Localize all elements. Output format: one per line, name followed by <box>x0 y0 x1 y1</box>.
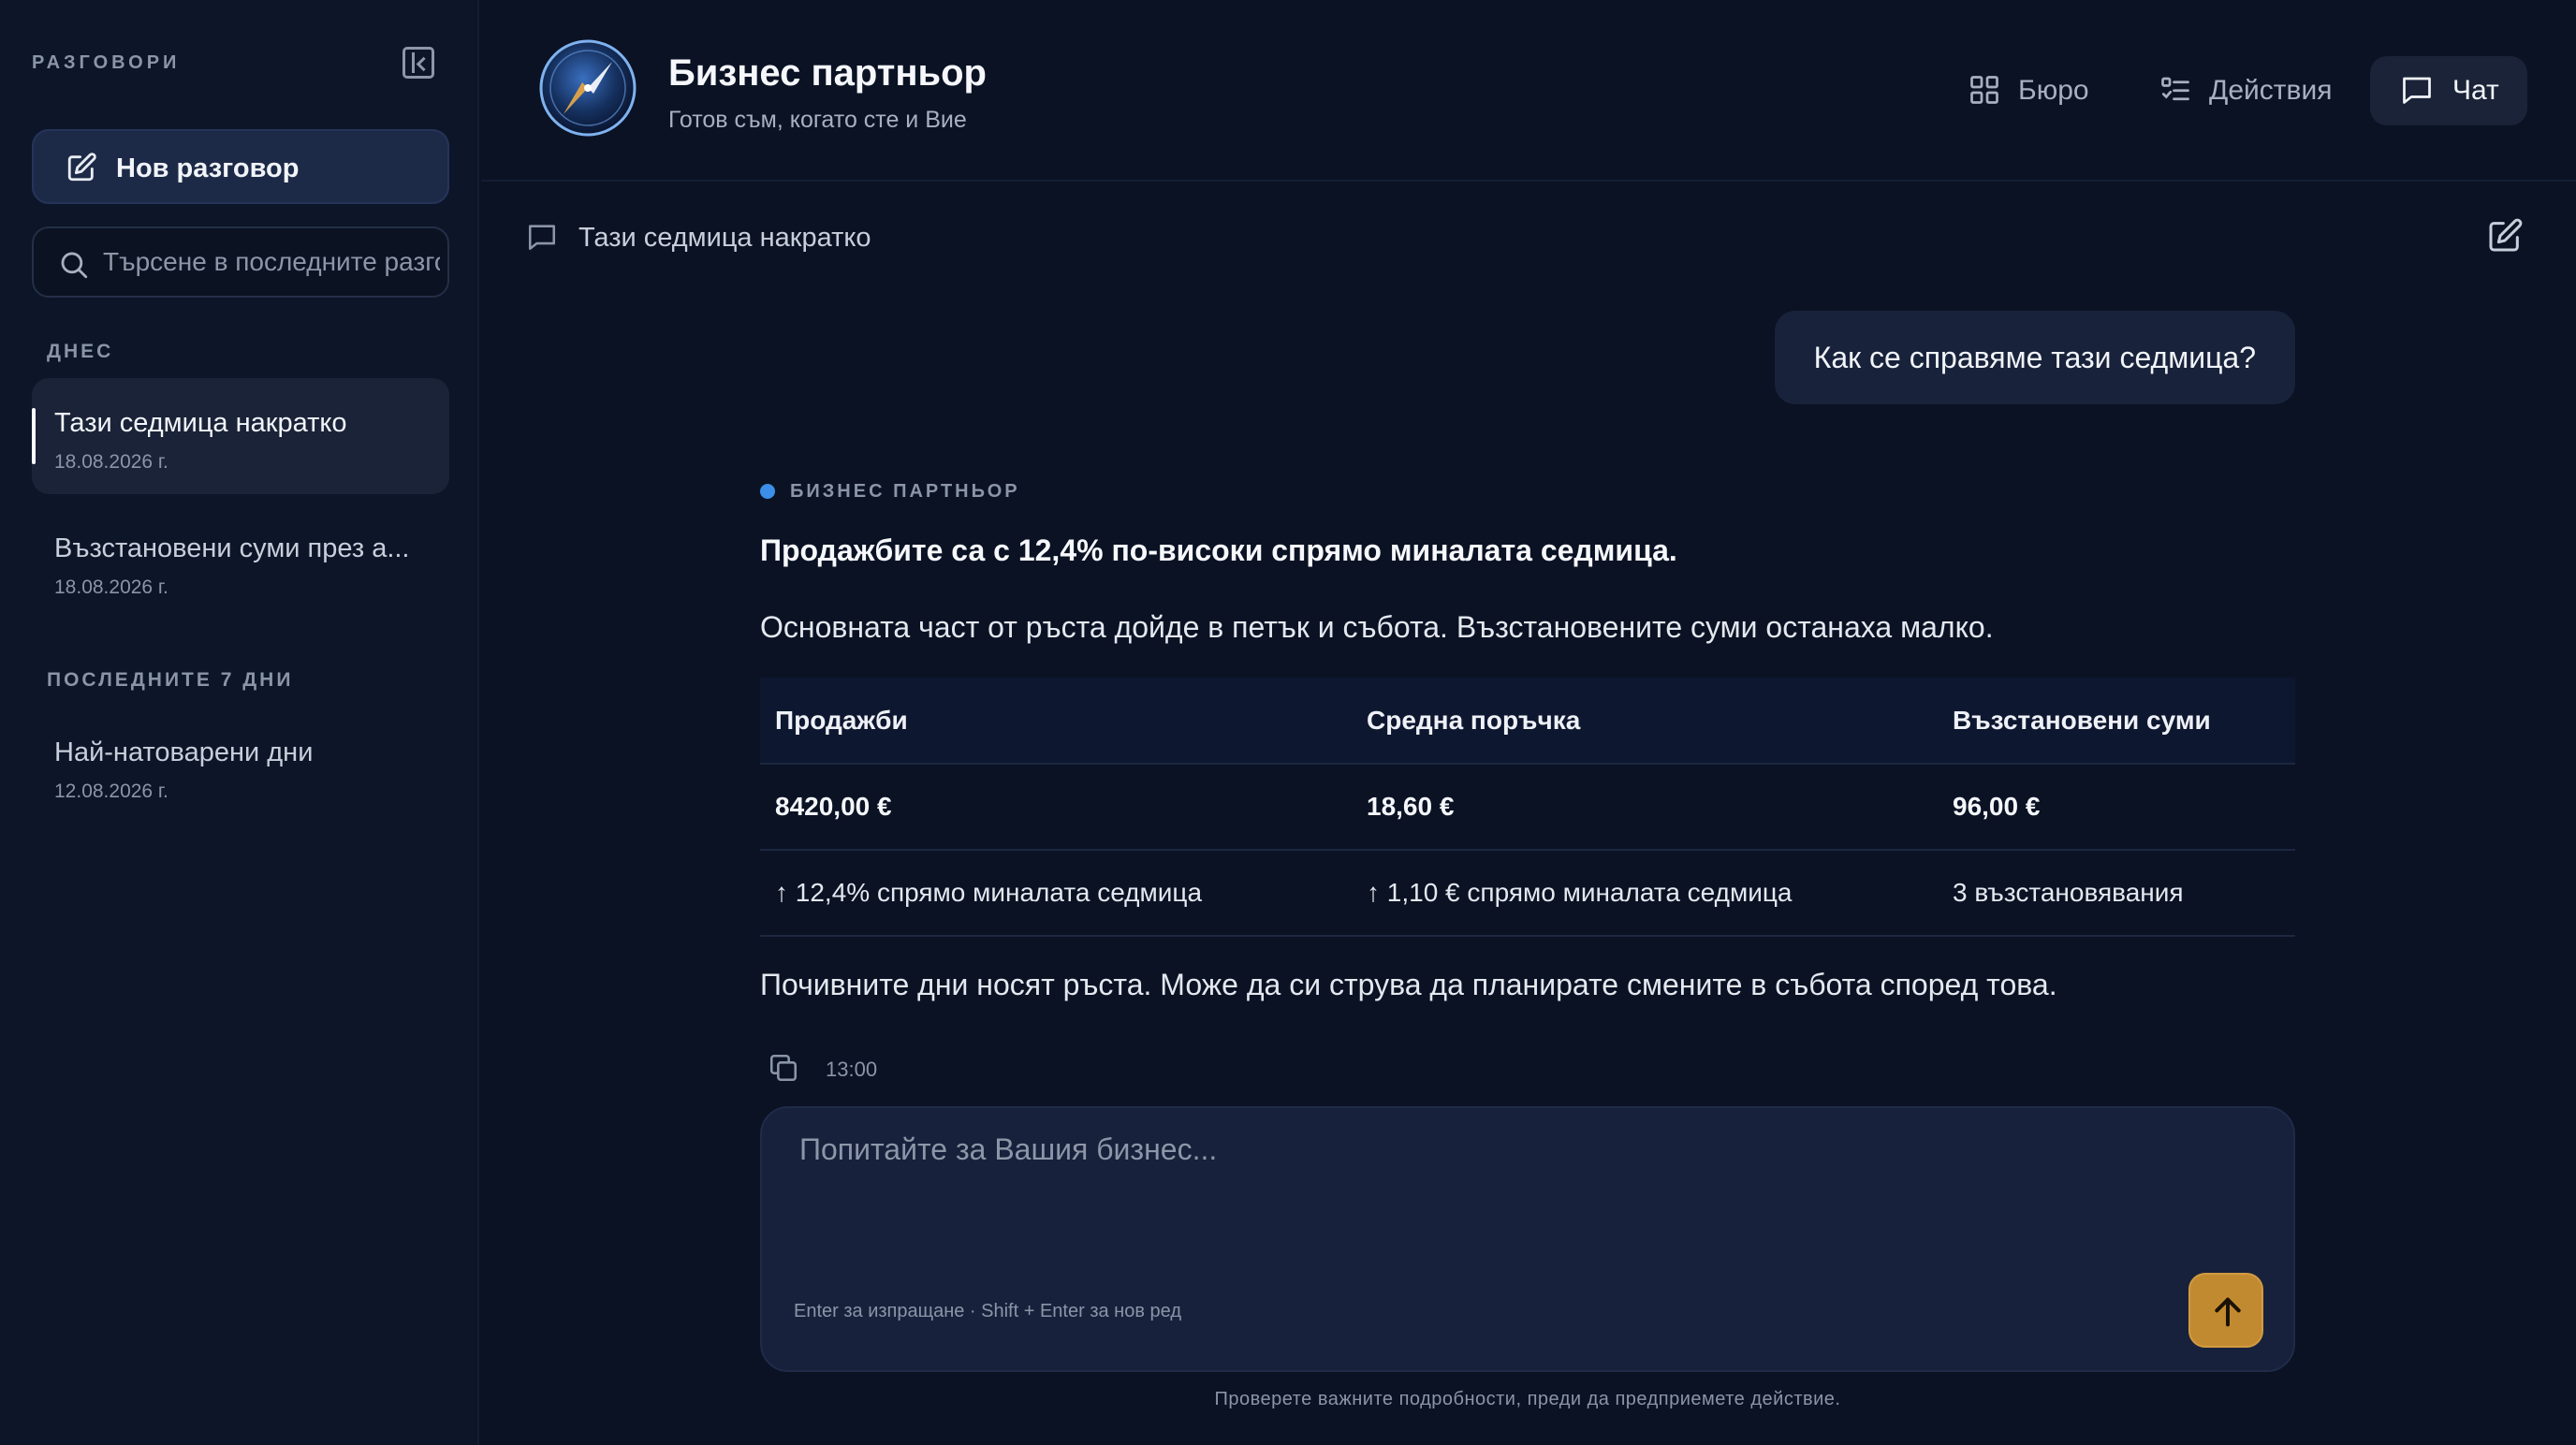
group-label-last-7-days: ПОСЛЕДНИТЕ 7 ДНИ <box>47 669 294 691</box>
message-time: 13:00 <box>826 1058 878 1081</box>
sidebar-header: РАЗГОВОРИ <box>32 47 434 79</box>
table-cell: 18,60 € <box>1352 764 1938 851</box>
edit-icon[interactable] <box>2486 217 2524 255</box>
new-chat-label: Нов разговор <box>116 153 300 183</box>
conversation-title: Тази седмица накратко <box>54 408 347 438</box>
app-root: РАЗГОВОРИ Нов разговор ДНЕС Тази седмица… <box>0 0 2576 1445</box>
arrow-up-icon <box>2215 1297 2241 1327</box>
assistant-paragraph: Почивните дни носят ръста. Може да си ст… <box>760 968 2057 1001</box>
send-button[interactable] <box>2188 1273 2263 1348</box>
app-subtitle: Готов съм, когато сте и Вие <box>668 107 967 133</box>
chat-bubble-icon <box>528 225 556 251</box>
conversation-title: Най-натоварени дни <box>54 737 314 767</box>
table-row: ↑ 12,4% спрямо миналата седмица ↑ 1,10 €… <box>760 850 2295 937</box>
sidebar: РАЗГОВОРИ Нов разговор ДНЕС Тази седмица… <box>0 0 479 1445</box>
conversation-date: 18.08.2026 г. <box>54 451 168 473</box>
thread-title-bar: Тази седмица накратко <box>481 183 2576 296</box>
nav-label: Бюро <box>2018 75 2089 106</box>
table-header-cell: Продажби <box>760 678 1352 765</box>
conversation-item[interactable]: Тази седмица накратко 18.08.2026 г. <box>32 378 449 494</box>
nav-chat[interactable]: Чат <box>2370 56 2527 125</box>
conversation-date: 12.08.2026 г. <box>54 781 168 802</box>
disclaimer-footnote: Проверете важните подробности, преди да … <box>1214 1389 1841 1409</box>
table-cell: 3 възстановявания <box>1938 850 2295 937</box>
chat-icon <box>2403 77 2431 104</box>
sidebar-title: РАЗГОВОРИ <box>32 52 181 73</box>
user-message: Как се справяме тази седмица? <box>1774 311 2295 404</box>
table-cell: 96,00 € <box>1938 764 2295 851</box>
table-cell: ↑ 12,4% спрямо миналата седмица <box>760 850 1352 937</box>
pen-square-icon <box>67 153 96 182</box>
checklist-icon <box>2161 77 2189 101</box>
grid-icon <box>1970 76 1998 104</box>
collapse-sidebar-icon[interactable] <box>402 47 434 79</box>
assistant-paragraph: Основната част от ръста дойде в петък и … <box>760 610 1994 644</box>
top-header: Бизнес партньор Готов съм, когато сте и … <box>481 0 2576 182</box>
thread-title: Тази седмица накратко <box>578 223 871 253</box>
group-label-today: ДНЕС <box>47 341 114 362</box>
status-dot <box>760 484 775 499</box>
conversation-item[interactable]: Най-натоварени дни 12.08.2026 г. <box>32 708 449 824</box>
assistant-name: БИЗНЕС ПАРТНЬОР <box>790 481 1020 502</box>
table-header-row: Продажби Средна поръчка Възстановени сум… <box>760 678 2295 765</box>
nav-actions[interactable]: Действия <box>2159 56 2346 125</box>
search-box[interactable] <box>32 226 449 298</box>
search-input[interactable] <box>103 228 440 296</box>
compass-logo-icon <box>539 39 637 137</box>
table-header-cell: Средна поръчка <box>1352 678 1938 765</box>
metrics-table: Продажби Средна поръчка Възстановени сум… <box>760 678 2295 937</box>
assistant-headline: Продажбите са с 12,4% по-високи спрямо м… <box>760 533 1677 567</box>
nav-label: Действия <box>2209 75 2333 106</box>
new-chat-button[interactable]: Нов разговор <box>32 129 449 204</box>
table-cell: ↑ 1,10 € спрямо миналата седмица <box>1352 850 1938 937</box>
table-cell: 8420,00 € <box>760 764 1352 851</box>
table-row: 8420,00 € 18,60 € 96,00 € <box>760 764 2295 851</box>
conversation-item[interactable]: Възстановени суми през а... 18.08.2026 г… <box>32 504 449 620</box>
copy-icon[interactable] <box>768 1052 799 1084</box>
nav-desk[interactable]: Бюро <box>1968 56 2099 125</box>
message-composer: Enter за изпращане · Shift + Enter за но… <box>760 1106 2295 1372</box>
nav-label: Чат <box>2452 75 2499 106</box>
composer-hint: Enter за изпращане · Shift + Enter за но… <box>794 1301 1181 1321</box>
table-header-cell: Възстановени суми <box>1938 678 2295 765</box>
conversation-date: 18.08.2026 г. <box>54 577 168 598</box>
app-title: Бизнес партньор <box>668 52 987 94</box>
message-input[interactable] <box>799 1132 2260 1245</box>
search-icon <box>61 252 88 279</box>
conversation-title: Възстановени суми през а... <box>54 533 410 563</box>
